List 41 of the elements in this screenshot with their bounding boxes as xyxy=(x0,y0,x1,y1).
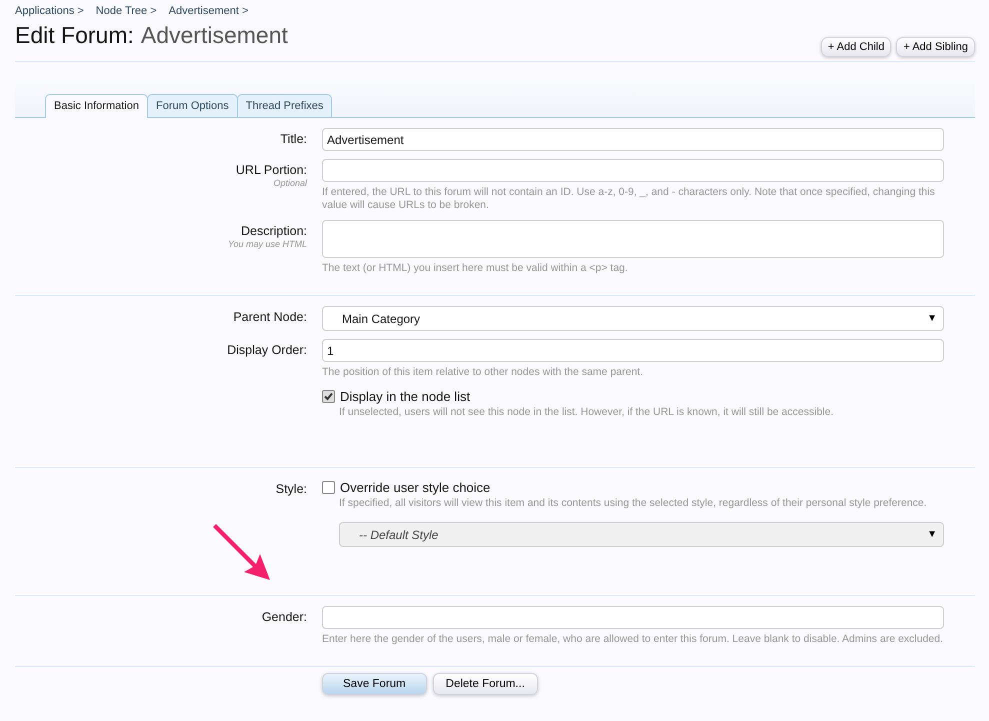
add-button[interactable]: + Add Child xyxy=(820,37,892,57)
save-button[interactable]: Save Forum xyxy=(322,673,427,695)
field-hint: If unselected, users will not see this node in the list. However, if the URL is known, it will still be accessible. xyxy=(339,406,834,419)
field-note: You may use HTML xyxy=(226,239,307,249)
field-label: URL Portion: xyxy=(234,163,307,177)
field-note: Optional xyxy=(272,178,307,188)
input-field[interactable]: 1 xyxy=(322,339,944,362)
input-field[interactable] xyxy=(322,606,944,629)
breadcrumb-link[interactable]: Applications > xyxy=(15,5,84,17)
breadcrumb-link[interactable]: Node Tree > xyxy=(96,5,157,17)
select-value: Main Category xyxy=(342,312,420,326)
field-label: Gender: xyxy=(260,610,307,624)
breadcrumb-link[interactable]: Advertisement > xyxy=(168,5,248,17)
input-field[interactable] xyxy=(322,159,944,182)
input-field[interactable]: Advertisement xyxy=(322,128,944,151)
field-label: Parent Node: xyxy=(232,310,307,324)
tab[interactable]: Thread Prefixes xyxy=(236,94,332,117)
select-value: -- Default Style xyxy=(359,528,438,542)
field-hint: If specified, all visitors will view this item and its contents using the selected style, regardless of their personal style preference. xyxy=(339,497,928,510)
field-label: Title: xyxy=(279,132,307,146)
page-title: Edit Forum: xyxy=(15,22,134,49)
select-field[interactable]: Main Category ▼ xyxy=(322,306,944,331)
field-hint: If entered, the URL to this forum will not contain an ID. Use a-z, 0-9, _, and - characters only. Note that once specified, changing this value will cause URLs to be broken. xyxy=(322,186,936,212)
field-label: Display Order: xyxy=(226,343,307,357)
checkbox[interactable] xyxy=(322,481,335,494)
checkbox-label: Display in the node list xyxy=(340,389,470,404)
tab[interactable]: Forum Options xyxy=(146,94,238,117)
field-hint: Enter here the gender of the users, male or female, who are allowed to enter this forum. Leave blank to disable. Admins are excluded. xyxy=(322,633,944,646)
field-hint: The text (or HTML) you insert here must be valid within a <p> tag. xyxy=(322,262,629,275)
checkbox-label: Override user style choice xyxy=(340,480,490,495)
add-button[interactable]: + Add Sibling xyxy=(896,37,975,57)
dropdown-arrow: ▼ xyxy=(927,529,937,540)
delete-button[interactable]: Delete Forum... xyxy=(432,673,538,695)
field-label: Description: xyxy=(240,224,307,238)
dropdown-arrow: ▼ xyxy=(927,313,937,324)
tab[interactable]: Basic Information xyxy=(45,94,148,118)
forum-name: Advertisement xyxy=(140,22,288,49)
textarea-field[interactable] xyxy=(322,220,944,258)
field-hint: The position of this item relative to other nodes with the same parent. xyxy=(322,366,644,379)
field-label: Style: xyxy=(274,482,307,496)
checkbox[interactable] xyxy=(322,390,335,403)
